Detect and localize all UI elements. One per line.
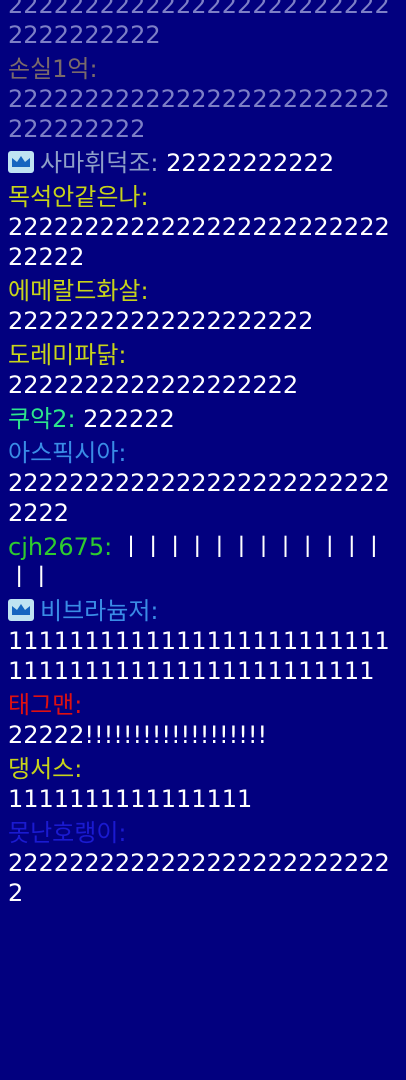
chat-nickname[interactable]: 목석안같은나	[8, 183, 140, 211]
chat-separator: :	[118, 439, 127, 467]
chat-nickname[interactable]: 사마휘덕조	[40, 149, 150, 177]
chat-text: 22222222222222222222222222222	[8, 469, 390, 527]
chat-nickname[interactable]: 댕서스	[8, 755, 74, 783]
chat-text: 222222	[83, 405, 175, 433]
chat-separator: :	[89, 55, 98, 83]
chat-log: 22222222222222222222222222222222222 손실1억:…	[8, 0, 400, 912]
chat-text: 22222222222222222222222222	[8, 849, 390, 907]
chat-text: 222222222222222222222222222222	[8, 213, 390, 271]
chat-separator: :	[140, 183, 149, 211]
chat-nickname[interactable]: 못난호랭이	[8, 819, 118, 847]
chat-separator: :	[118, 341, 127, 369]
chat-message[interactable]: cjh2675: ㅣㅣㅣㅣㅣㅣㅣㅣㅣㅣㅣㅣㅣㅣ	[8, 532, 400, 592]
chat-text: 22222!!!!!!!!!!!!!!!!!!!	[8, 721, 268, 749]
chat-separator: :	[150, 597, 159, 625]
chat-screen: { "messages": [ {"nick": "", "nick_color…	[0, 0, 406, 1080]
chat-nickname[interactable]: 태그맨	[8, 691, 74, 719]
chat-separator: :	[74, 691, 83, 719]
chat-message[interactable]: 못난호랭이: 22222222222222222222222222	[8, 818, 400, 908]
chat-nickname[interactable]: 아스픽시아	[8, 439, 118, 467]
chat-separator: :	[67, 405, 84, 433]
chat-nickname[interactable]: 손실1억	[8, 55, 90, 83]
chat-message[interactable]: 아스픽시아: 22222222222222222222222222222	[8, 438, 400, 528]
chat-message[interactable]: 도레미파닭: 2222222222222222222	[8, 340, 400, 400]
chat-nickname[interactable]: 쿠악2	[8, 405, 67, 433]
chat-text: 2222222222222222222222222222222222	[8, 85, 390, 143]
chat-nickname[interactable]: cjh2675	[8, 533, 104, 561]
chat-nickname[interactable]: 에메랄드화살	[8, 277, 140, 305]
chat-message[interactable]: 손실1억: 2222222222222222222222222222222222	[8, 54, 400, 144]
chat-message[interactable]: 사마휘덕조: 22222222222	[8, 148, 400, 178]
chat-message[interactable]: 쿠악2: 222222	[8, 404, 400, 434]
chat-text: 1111111111111111	[8, 785, 253, 813]
chat-text: 1111111111111111111111111111111111111111…	[8, 627, 390, 685]
chat-text: 2222222222222222222	[8, 371, 299, 399]
chat-message[interactable]: 태그맨: 22222!!!!!!!!!!!!!!!!!!!	[8, 690, 400, 750]
chat-message[interactable]: 비브라늄저: 1111111111111111111111111111111111…	[8, 596, 400, 686]
chat-message[interactable]: 목석안같은나: 222222222222222222222222222222	[8, 182, 400, 272]
chat-message[interactable]: 댕서스: 1111111111111111	[8, 754, 400, 814]
crown-icon	[8, 599, 34, 621]
chat-text: 22222222222	[166, 149, 335, 177]
chat-separator: :	[118, 819, 127, 847]
chat-text: 22222222222222222222222222222222222	[8, 0, 390, 49]
chat-separator: :	[140, 277, 149, 305]
chat-separator: :	[74, 755, 83, 783]
chat-message[interactable]: 에메랄드화살: 22222222222222222222	[8, 276, 400, 336]
chat-separator: :	[150, 149, 167, 177]
crown-icon	[8, 151, 34, 173]
chat-nickname[interactable]: 비브라늄저	[40, 597, 150, 625]
chat-message[interactable]: 22222222222222222222222222222222222	[8, 0, 400, 50]
chat-text: 22222222222222222222	[8, 307, 314, 335]
chat-separator: :	[104, 533, 120, 561]
chat-nickname[interactable]: 도레미파닭	[8, 341, 118, 369]
